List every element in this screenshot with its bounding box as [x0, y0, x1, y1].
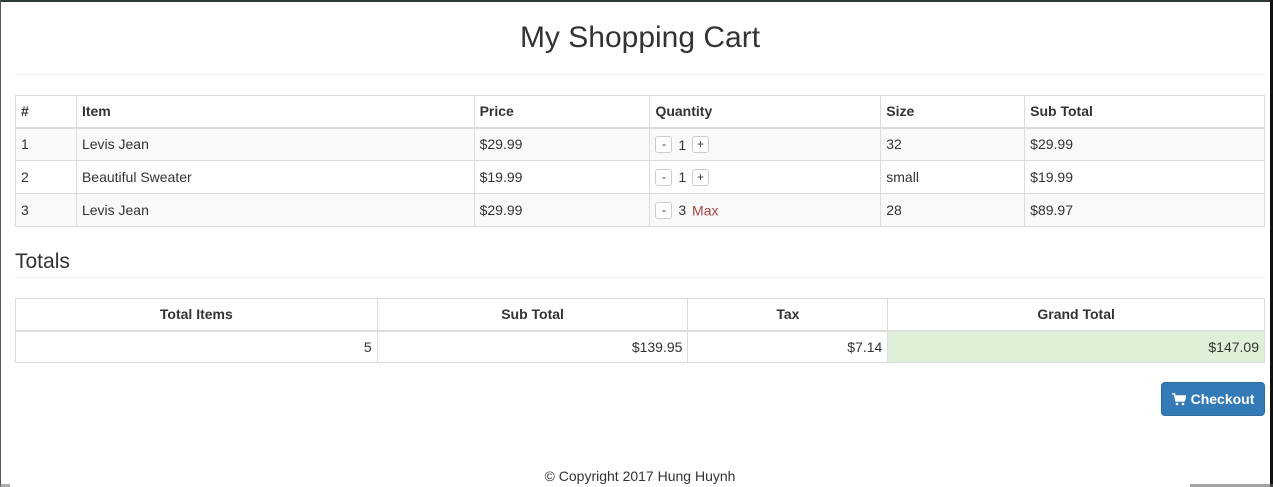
quantity-value: 3 [678, 202, 687, 219]
decrease-quantity-button[interactable]: - [655, 168, 673, 186]
decrease-quantity-button[interactable]: - [655, 136, 673, 154]
table-row: 1 Levis Jean $29.99 - 1 + 32 $29.99 [15, 127, 1265, 161]
grand-total-value: $147.09 [887, 330, 1265, 363]
item-subtotal: $29.99 [1024, 127, 1265, 161]
item-subtotal: $89.97 [1024, 193, 1265, 227]
col-header-quantity: Quantity [649, 95, 882, 129]
decrease-quantity-button[interactable]: - [655, 201, 673, 219]
quantity-stepper: - 3 Max [649, 193, 882, 227]
item-price: $29.99 [473, 193, 651, 227]
item-subtotal: $19.99 [1024, 160, 1265, 194]
col-header-size: Size [880, 95, 1026, 129]
cart-table: # Item Price Quantity Size Sub Total 1 L… [15, 95, 1265, 227]
increase-quantity-button[interactable]: + [692, 136, 710, 154]
increase-quantity-button[interactable]: + [692, 168, 710, 186]
max-quantity-label: Max [692, 202, 719, 219]
page-title: My Shopping Cart [519, 21, 761, 54]
table-row: 3 Levis Jean $29.99 - 3 Max 28 $89.97 [15, 193, 1265, 227]
shopping-cart-icon [1171, 392, 1186, 405]
total-items-value: 5 [15, 330, 378, 363]
totals-header-row: Total Items Sub Total Tax Grand Total [15, 298, 1265, 332]
footer-copyright: © Copyright 2017 Hung Huynh [544, 468, 736, 484]
quantity-stepper: - 1 + [649, 160, 882, 194]
col-header-grand-total: Grand Total [887, 298, 1265, 332]
col-header-total-items: Total Items [15, 298, 378, 332]
row-number: 2 [15, 160, 77, 194]
item-name: Beautiful Sweater [75, 160, 475, 194]
window-frame-top [0, 0, 1273, 2]
totals-table: Total Items Sub Total Tax Grand Total 5 … [15, 298, 1265, 363]
sub-total-value: $139.95 [376, 330, 689, 363]
item-size: 28 [880, 193, 1026, 227]
item-price: $19.99 [473, 160, 651, 194]
col-header-sub-total: Sub Total [376, 298, 689, 332]
col-header-number: # [15, 95, 77, 129]
item-name: Levis Jean [75, 193, 475, 227]
col-header-price: Price [473, 95, 651, 129]
item-size: 32 [880, 127, 1026, 161]
table-row: 2 Beautiful Sweater $19.99 - 1 + small $… [15, 160, 1265, 194]
checkout-label: Checkout [1190, 391, 1255, 407]
col-header-subtotal: Sub Total [1024, 95, 1265, 129]
row-number: 1 [15, 127, 77, 161]
item-name: Levis Jean [75, 127, 475, 161]
checkout-button[interactable]: Checkout [1161, 382, 1265, 416]
quantity-value: 1 [678, 136, 687, 153]
row-number: 3 [15, 193, 77, 227]
totals-divider [15, 277, 1265, 278]
col-header-tax: Tax [687, 298, 889, 332]
quantity-value: 1 [678, 169, 687, 186]
quantity-stepper: - 1 + [649, 127, 882, 161]
tax-value: $7.14 [687, 330, 889, 363]
totals-row: 5 $139.95 $7.14 $147.09 [15, 330, 1265, 363]
cart-header-row: # Item Price Quantity Size Sub Total [15, 95, 1265, 129]
col-header-item: Item [75, 95, 475, 129]
item-price: $29.99 [473, 127, 651, 161]
totals-heading: Totals [15, 250, 70, 273]
window-frame-left [0, 0, 1, 487]
title-divider [15, 74, 1265, 75]
item-size: small [880, 160, 1026, 194]
